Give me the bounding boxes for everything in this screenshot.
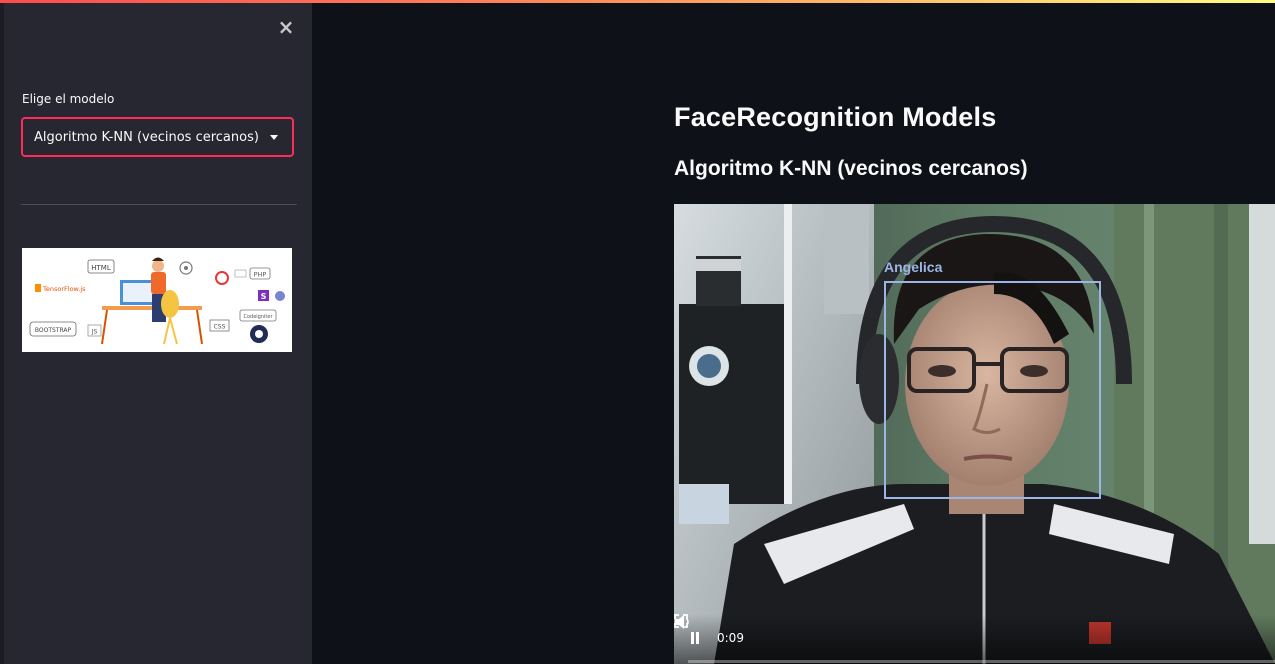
model-select[interactable]: Algoritmo K-NN (vecinos cercanos) [21,117,294,157]
banner-php-text: PHP [254,271,267,279]
banner-codeigniter-text: Codeigniter [243,314,273,320]
sidebar-divider [21,204,297,205]
webcam-video[interactable]: Angelica 0:09 [674,204,1275,664]
close-sidebar-icon[interactable]: × [276,16,296,38]
banner-html-text: HTML [91,264,111,272]
video-progress-bar[interactable] [688,660,1275,663]
sidebar-edge [0,0,4,664]
face-label: Angelica [884,259,943,275]
page-title: FaceRecognition Models [674,102,997,132]
model-select-value: Algoritmo K-NN (vecinos cercanos) [34,129,259,145]
tech-banner-image: HTML TensorFlow.js PHP S BOOTSTRAP JS CS… [22,248,292,352]
banner-s-text: S [261,292,267,301]
top-decoration-bar [0,0,1275,3]
pause-icon[interactable] [690,632,700,645]
video-time: 0:09 [717,631,744,645]
video-controls: 0:09 [674,614,1275,664]
sidebar: × Elige el modelo Algoritmo K-NN (vecino… [0,0,312,664]
banner-bootstrap-text: BOOTSTRAP [35,327,72,334]
face-bounding-box [884,281,1101,499]
banner-css-text: CSS [214,324,226,331]
fullscreen-icon[interactable] [674,614,688,628]
page-subtitle: Algoritmo K-NN (vecinos cercanos) [674,157,1028,180]
banner-tensorflow-text: TensorFlow.js [42,285,86,293]
model-select-label: Elige el modelo [22,92,115,106]
chevron-down-icon [270,134,278,140]
banner-js-text: JS [91,329,98,336]
